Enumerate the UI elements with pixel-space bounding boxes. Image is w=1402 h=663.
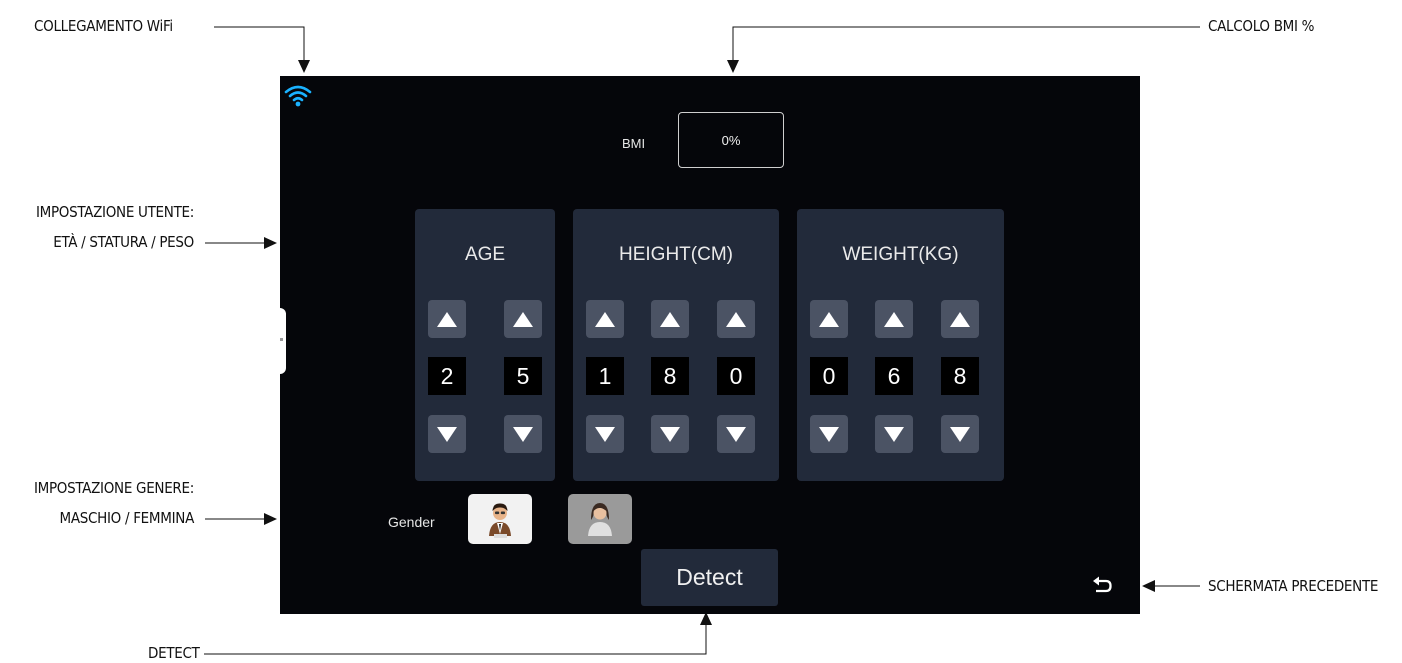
bmi-label: BMI — [622, 136, 646, 151]
arrow-down-icon — [726, 427, 746, 442]
arrow-up-icon — [660, 312, 680, 327]
age-digit2-down-button[interactable] — [504, 415, 542, 453]
height-title: HEIGHT(CM) — [619, 244, 733, 265]
height-digit2-down-button[interactable] — [651, 415, 689, 453]
arrow-up-icon — [884, 312, 904, 327]
weight-panel: WEIGHT(KG) 0 6 8 — [797, 209, 1004, 481]
bmi-arrowhead — [727, 60, 739, 73]
weight-title: WEIGHT(KG) — [842, 244, 959, 265]
age-digit2: 5 — [504, 357, 542, 395]
age-panel: AGE 2 5 — [415, 209, 555, 481]
wifi-leader — [214, 26, 305, 62]
age-digit1: 2 — [428, 357, 466, 395]
arrow-up-icon — [950, 312, 970, 327]
arrow-down-icon — [595, 427, 615, 442]
arrow-down-icon — [819, 427, 839, 442]
detect-button[interactable]: Detect — [641, 549, 778, 606]
arrow-up-icon — [595, 312, 615, 327]
height-digit3-down-button[interactable] — [717, 415, 755, 453]
gender-arrowhead — [264, 513, 277, 525]
height-digit2-up-button[interactable] — [651, 300, 689, 338]
height-digit1-up-button[interactable] — [586, 300, 624, 338]
arrow-down-icon — [513, 427, 533, 442]
age-digit1-down-button[interactable] — [428, 415, 466, 453]
arrow-up-icon — [513, 312, 533, 327]
side-drawer-handle-dot — [280, 338, 283, 341]
weight-digit2: 6 — [875, 357, 913, 395]
weight-digit1: 0 — [810, 357, 848, 395]
weight-digit1-down-button[interactable] — [810, 415, 848, 453]
return-arrow-icon[interactable] — [1091, 574, 1113, 596]
arrow-down-icon — [437, 427, 457, 442]
height-digit2: 8 — [651, 357, 689, 395]
bmi-value-display: 0% — [678, 112, 784, 168]
device-screen: BMI 0% AGE 2 5 HEIGHT(CM) 1 8 0 WEIGHT(K… — [280, 76, 1140, 614]
wifi-icon — [284, 85, 312, 107]
weight-digit3-up-button[interactable] — [941, 300, 979, 338]
wifi-arrowhead — [298, 60, 310, 73]
weight-digit1-up-button[interactable] — [810, 300, 848, 338]
height-digit1: 1 — [586, 357, 624, 395]
male-avatar-icon — [489, 503, 511, 538]
weight-digit2-up-button[interactable] — [875, 300, 913, 338]
arrow-up-icon — [819, 312, 839, 327]
arrow-down-icon — [950, 427, 970, 442]
back-arrowhead — [1142, 580, 1155, 592]
weight-digit3-down-button[interactable] — [941, 415, 979, 453]
arrow-up-icon — [437, 312, 457, 327]
arrow-up-icon — [726, 312, 746, 327]
height-panel: HEIGHT(CM) 1 8 0 — [573, 209, 779, 481]
age-title: AGE — [464, 244, 506, 265]
user-arrowhead — [264, 237, 277, 249]
gender-female-button[interactable] — [568, 494, 632, 544]
detect-leader — [204, 624, 707, 655]
weight-digit2-down-button[interactable] — [875, 415, 913, 453]
side-drawer-tab[interactable] — [280, 308, 286, 374]
arrow-down-icon — [660, 427, 680, 442]
height-digit3: 0 — [717, 357, 755, 395]
gender-male-button[interactable] — [468, 494, 532, 544]
height-digit3-up-button[interactable] — [717, 300, 755, 338]
female-avatar-icon — [588, 503, 612, 536]
weight-digit3: 8 — [941, 357, 979, 395]
gender-label: Gender — [388, 514, 435, 530]
arrow-down-icon — [884, 427, 904, 442]
height-digit1-down-button[interactable] — [586, 415, 624, 453]
age-digit1-up-button[interactable] — [428, 300, 466, 338]
bmi-leader — [732, 26, 1200, 62]
age-digit2-up-button[interactable] — [504, 300, 542, 338]
